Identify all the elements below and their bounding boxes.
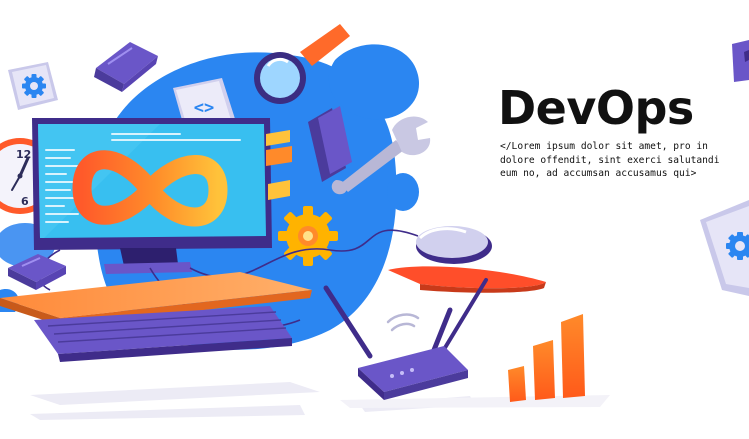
bar-chart-icon bbox=[508, 314, 585, 402]
gear-icon bbox=[22, 74, 46, 98]
right-edge-box bbox=[732, 40, 749, 82]
devops-illustration: <> 12 3 6 bbox=[0, 24, 749, 420]
page-title: DevOps bbox=[498, 81, 694, 135]
floating-box-top bbox=[94, 42, 158, 92]
gear-icon bbox=[278, 206, 338, 266]
svg-text:6: 6 bbox=[21, 195, 29, 208]
mouse-icon bbox=[416, 226, 492, 264]
side-table bbox=[388, 266, 546, 293]
gear-box-icon bbox=[8, 62, 58, 110]
gear-box-right bbox=[700, 200, 749, 296]
code-icon: <> bbox=[194, 98, 214, 118]
description-text: </Lorem ipsum dolor sit amet, pro in dol… bbox=[500, 141, 720, 179]
